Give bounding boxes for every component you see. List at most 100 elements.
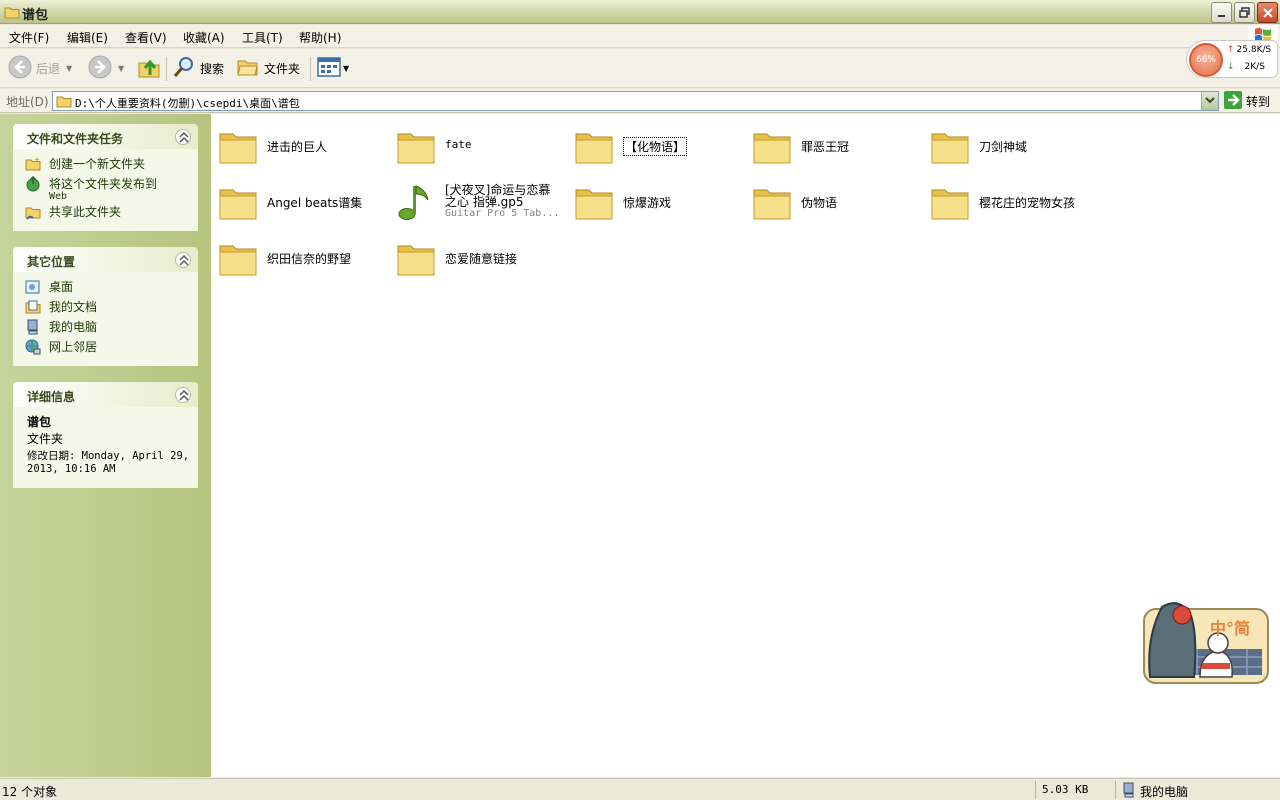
forward-dropdown-icon[interactable]: ▼ [118,64,124,73]
address-input[interactable]: D:\个人重要资料(勿删)\csepdi\桌面\谱包 [52,91,1219,111]
back-arrow-icon [8,55,32,82]
title-bar: 谱包 [0,0,1280,24]
tasks-panel-title: 文件和文件夹任务 [27,132,124,146]
minimize-button[interactable] [1211,2,1232,23]
share-folder-icon [25,204,41,223]
status-location: 我的电脑 [1122,782,1188,800]
place-my-computer[interactable]: 我的电脑 [13,318,198,338]
places-panel-header[interactable]: 其它位置 [13,247,198,272]
window-title: 谱包 [22,8,49,23]
menu-help[interactable]: 帮助(H) [299,29,341,46]
music-note-icon [396,182,436,225]
file-name: 罪恶王冠 [801,140,850,154]
task-share-folder[interactable]: 共享此文件夹 [13,203,198,223]
publish-web-icon [25,175,41,195]
menu-tools[interactable]: 工具(T) [242,29,283,46]
address-path: D:\个人重要资料(勿删)\csepdi\桌面\谱包 [75,97,300,110]
desktop-icon [25,279,41,298]
views-dropdown-icon[interactable]: ▼ [343,64,349,73]
my-documents-icon [25,299,41,318]
file-name: 刀剑神域 [979,140,1028,154]
folders-icon [236,55,260,82]
toolbar-separator [166,57,167,81]
folder-icon [752,182,792,225]
address-dropdown-button[interactable] [1201,92,1218,110]
file-name: 【化物语】 [623,137,688,156]
status-separator [1035,781,1036,799]
object-count: 12 个对象 [2,785,58,799]
folder-item[interactable]: 惊爆游戏 [567,174,745,222]
collapse-icon[interactable] [175,252,191,268]
details-panel-title: 详细信息 [27,390,76,404]
ime-mode-text: 中°简 [1210,619,1251,638]
tasks-panel-header[interactable]: 文件和文件夹任务 [13,124,198,149]
address-bar: 地址(D) D:\个人重要资料(勿删)\csepdi\桌面\谱包 转到 [0,89,1280,113]
details-modified: 修改日期: Monday, April 29, 2013, 10:16 AM [27,450,190,475]
folder-item[interactable]: 伪物语 [745,174,923,222]
folder-item[interactable]: 刀剑神域 [923,118,1101,166]
folder-item[interactable]: fate [389,118,567,166]
collapse-icon[interactable] [175,129,191,145]
new-folder-icon [25,156,41,175]
menu-edit[interactable]: 编辑(E) [67,29,108,46]
search-icon [172,55,196,82]
views-button[interactable]: ▼ [317,55,349,81]
task-new-folder[interactable]: 创建一个新文件夹 [13,155,198,175]
back-button[interactable]: 后退 ▼ [8,55,72,81]
place-network[interactable]: 网上邻居 [13,338,198,358]
folder-icon [930,126,970,169]
places-panel-title: 其它位置 [27,255,76,269]
go-button[interactable]: 转到 [1224,90,1270,112]
upload-arrow-icon: ↑ [1227,45,1235,55]
toolbar: 后退 ▼ ▼ 搜索 文件夹 ▼ [0,49,1280,88]
folder-item[interactable]: Angel beats谱集 [211,174,389,222]
file-item[interactable]: [犬夜叉]命运与恋慕之心 指弹.gp5 Guitar Pro 5 Tab... [389,174,567,222]
download-arrow-icon: ↓ [1227,62,1235,72]
folder-item[interactable]: 樱花庄的宠物女孩 [923,174,1101,222]
folder-item[interactable]: 织田信奈的野望 [211,230,389,278]
go-arrow-icon [1224,90,1242,112]
forward-arrow-icon [88,55,112,82]
forward-button[interactable]: ▼ [88,55,124,81]
folder-item[interactable]: 进击的巨人 [211,118,389,166]
tasks-panel-body: 创建一个新文件夹 将这个文件夹发布到 Web 共享此文件夹 [13,149,198,231]
details-name: 谱包 [27,415,52,429]
toolbar-separator [310,57,311,81]
file-view[interactable]: 进击的巨人 fate 【化物语】 罪恶王冠 刀剑神域 Angel beats谱集 [211,114,1280,777]
menu-favorites[interactable]: 收藏(A) [183,29,225,46]
address-label: 地址(D) [6,95,49,109]
folder-icon [396,238,436,281]
file-name: 樱花庄的宠物女孩 [979,196,1076,210]
network-usage-gauge: 66% [1189,43,1223,77]
search-button[interactable]: 搜索 [172,55,224,81]
folder-item[interactable]: 恋爱随意链接 [389,230,567,278]
folder-icon [574,126,614,169]
total-size: 5.03 KB [1042,783,1089,796]
ime-mascot-widget[interactable]: 中°简 [1142,597,1270,687]
folders-button[interactable]: 文件夹 [236,55,300,81]
place-desktop[interactable]: 桌面 [13,278,198,298]
details-panel-header[interactable]: 详细信息 [13,382,198,407]
task-publish-web[interactable]: 将这个文件夹发布到 Web [13,175,198,203]
file-name: fate [445,138,472,151]
folder-item[interactable]: 罪恶王冠 [745,118,923,166]
collapse-icon[interactable] [175,387,191,403]
folder-icon [574,182,614,225]
back-label: 后退 [36,61,61,76]
folder-item[interactable]: 【化物语】 [567,118,745,166]
maximize-button[interactable] [1234,2,1255,23]
up-folder-button[interactable] [137,55,161,81]
folder-icon [752,126,792,169]
back-dropdown-icon[interactable]: ▼ [66,64,72,73]
menu-view[interactable]: 查看(V) [125,29,167,46]
folder-icon [56,95,72,111]
status-separator [1115,781,1116,799]
file-type: Guitar Pro 5 Tab... [445,208,560,219]
status-bar: 12 个对象 5.03 KB 我的电脑 [0,778,1280,800]
up-folder-icon [137,55,161,82]
network-speed-widget[interactable]: 66% ↑ 25.8K/S ↓ 2K/S [1186,40,1278,78]
close-button[interactable] [1257,2,1278,23]
menu-file[interactable]: 文件(F) [9,29,49,46]
upload-speed: ↑ 25.8K/S [1227,45,1272,55]
place-my-documents[interactable]: 我的文档 [13,298,198,318]
